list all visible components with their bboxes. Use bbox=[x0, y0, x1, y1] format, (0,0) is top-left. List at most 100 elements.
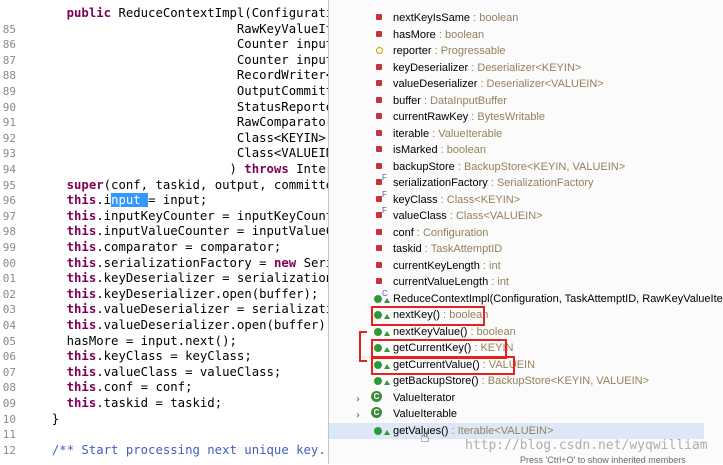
completion-label: buffer : DataInputBuffer bbox=[393, 93, 507, 110]
type-separator: : bbox=[420, 94, 431, 107]
code-text: Counter inputV bbox=[37, 53, 330, 69]
code-token: .valueDeserializer = serializatio bbox=[96, 302, 330, 317]
completion-item[interactable]: conf : Configuration bbox=[329, 225, 704, 242]
code-line[interactable]: 85 RawKeyValueIte bbox=[0, 22, 330, 38]
code-line[interactable]: 03 this.valueDeserializer = serializatio bbox=[0, 302, 330, 318]
code-line[interactable]: 00 this.serializationFactory = new Seria bbox=[0, 256, 330, 272]
code-line[interactable]: 88 RecordWriter<K bbox=[0, 68, 330, 84]
keyword-token: this bbox=[66, 318, 97, 332]
code-line[interactable]: 86 Counter inputK bbox=[0, 37, 330, 53]
completion-label: valueClass : Class<VALUEIN> bbox=[393, 208, 543, 225]
code-line[interactable]: 99 this.comparator = comparator; bbox=[0, 240, 330, 256]
completion-item[interactable]: isMarked : boolean bbox=[329, 142, 704, 159]
member-type: TaskAttemptID bbox=[430, 243, 503, 255]
code-line[interactable]: 07 this.valueClass = valueClass; bbox=[0, 365, 330, 381]
code-token: hasMore = input.next(); bbox=[37, 333, 237, 348]
code-line[interactable]: 90 StatusReporter bbox=[0, 100, 330, 116]
code-line[interactable]: 12 /** Start processing next unique key.… bbox=[0, 443, 330, 459]
code-line[interactable]: 02 this.keyDeserializer.open(buffer); bbox=[0, 287, 330, 303]
code-line[interactable]: public ReduceContextImpl(Configuration bbox=[0, 6, 330, 22]
completion-label: getValues() : Iterable<VALUEIN> bbox=[393, 423, 553, 440]
type-separator: : bbox=[477, 78, 487, 90]
code-line[interactable]: 05 hasMore = input.next(); bbox=[0, 334, 330, 350]
completion-label: backupStore : BackupStore<KEYIN, VALUEIN… bbox=[393, 159, 625, 176]
code-line[interactable]: 06 this.keyClass = keyClass; bbox=[0, 349, 330, 365]
completion-item[interactable]: nextKeyIsSame : boolean bbox=[329, 10, 704, 27]
code-line[interactable]: 97 this.inputKeyCounter = inputKeyCounte bbox=[0, 209, 330, 225]
line-number: 97 bbox=[2, 209, 16, 223]
code-line[interactable]: 94 ) throws Interr bbox=[0, 162, 330, 178]
code-line[interactable]: 11 bbox=[0, 427, 330, 443]
completion-item[interactable]: FvalueClass : Class<VALUEIN> bbox=[329, 206, 704, 225]
code-token: Interr bbox=[296, 162, 330, 176]
code-line[interactable]: 87 Counter inputV bbox=[0, 53, 330, 69]
code-line[interactable]: 92 Class<KEYIN> k bbox=[0, 131, 330, 147]
type-separator: : bbox=[479, 259, 490, 272]
code-editor[interactable]: public ReduceContextImpl(Configuration 85… bbox=[0, 0, 330, 464]
code-token: RawComparator< bbox=[37, 115, 330, 130]
completion-item[interactable]: C ReduceContextImpl(Configuration, TaskAt… bbox=[329, 288, 723, 308]
line-number: 87 bbox=[2, 53, 16, 67]
completion-item[interactable]: › C ValueIterable bbox=[329, 406, 704, 423]
code-line[interactable]: 08 this.conf = conf; bbox=[0, 380, 330, 396]
completion-item[interactable]: getBackupStore() : BackupStore<KEYIN, VA… bbox=[329, 373, 704, 390]
code-token: .keyDeserializer.open(buffer); bbox=[96, 286, 319, 301]
completion-item[interactable]: currentRawKey : BytesWritable bbox=[329, 109, 704, 126]
completion-item[interactable]: keyDeserializer : Deserializer<KEYIN> bbox=[329, 60, 704, 77]
code-line[interactable]: 93 Class<VALUEIN> bbox=[0, 146, 330, 162]
code-token: Counter inputV bbox=[37, 52, 330, 67]
completion-label: nextKeyValue() : boolean bbox=[393, 324, 516, 341]
line-number: 08 bbox=[2, 381, 16, 395]
completion-item[interactable]: buffer : DataInputBuffer bbox=[329, 93, 704, 110]
completion-item[interactable]: nextKeyValue() : boolean bbox=[329, 324, 704, 341]
modifier-badge: C bbox=[382, 288, 388, 298]
completion-label: reporter : Progressable bbox=[393, 43, 506, 60]
code-token: StatusReporter bbox=[37, 99, 330, 114]
code-token: Class<KEYIN> k bbox=[37, 130, 330, 145]
line-number: 05 bbox=[2, 334, 16, 348]
type-separator: : bbox=[437, 144, 447, 156]
code-line[interactable]: 09 this.taskid = taskid; bbox=[0, 396, 330, 412]
code-line[interactable]: 10 } bbox=[0, 412, 330, 428]
code-line[interactable]: 89 OutputCommitte bbox=[0, 84, 330, 100]
type-separator: : bbox=[446, 210, 456, 222]
type-separator: : bbox=[468, 61, 478, 74]
completion-item[interactable]: reporter : Progressable bbox=[329, 43, 704, 60]
code-line[interactable]: 98 this.inputValueCounter = inputValueCo bbox=[0, 224, 330, 240]
completion-label: keyDeserializer : Deserializer<KEYIN> bbox=[393, 60, 581, 77]
keyword-token: this bbox=[66, 349, 97, 364]
code-text: this.conf = conf; bbox=[37, 380, 193, 396]
member-name: conf bbox=[393, 226, 414, 239]
keyword-token: new bbox=[273, 255, 304, 270]
code-text: RawKeyValueIte bbox=[37, 22, 330, 38]
member-name: ValueIterator bbox=[393, 391, 456, 404]
type-separator: : bbox=[478, 375, 488, 387]
completion-item[interactable]: › C ValueIterator bbox=[329, 390, 704, 407]
line-number: 93 bbox=[2, 147, 16, 161]
code-line[interactable]: 04 this.valueDeserializer.open(buffer); bbox=[0, 318, 330, 334]
member-type: Progressable bbox=[440, 45, 506, 57]
completion-item[interactable]: currentKeyLength : int bbox=[329, 258, 704, 275]
completion-item[interactable]: taskid : TaskAttemptID bbox=[329, 241, 704, 258]
type-separator: : bbox=[467, 325, 477, 338]
member-type: int bbox=[497, 276, 509, 288]
selected-text: nput bbox=[111, 193, 149, 208]
code-token: ReduceContextImpl(Configuration bbox=[118, 6, 330, 20]
content-assist-popup[interactable]: nextKeyIsSame : boolean hasMore : boolean… bbox=[328, 0, 723, 464]
completion-item[interactable]: hasMore : boolean bbox=[329, 27, 704, 44]
code-token: .comparator = comparator; bbox=[96, 240, 282, 254]
completion-item[interactable]: valueDeserializer : Deserializer<VALUEIN… bbox=[329, 76, 704, 93]
line-number: 06 bbox=[2, 350, 16, 364]
hand-cursor-icon: ☝ bbox=[420, 427, 430, 446]
member-type: DataInputBuffer bbox=[430, 94, 507, 107]
code-line[interactable]: 96 this.input = input; bbox=[0, 193, 330, 209]
code-line[interactable]: 95 super(conf, taskid, output, committer bbox=[0, 178, 330, 194]
line-number: 03 bbox=[2, 303, 16, 317]
code-token: .valueClass = valueClass; bbox=[96, 364, 282, 379]
completion-item[interactable]: iterable : ValueIterable bbox=[329, 126, 704, 143]
code-line[interactable]: 91 RawComparator< bbox=[0, 115, 330, 131]
completion-item[interactable]: getValues() : Iterable<VALUEIN> bbox=[329, 422, 704, 440]
code-line[interactable]: 01 this.keyDeserializer = serializationF bbox=[0, 271, 330, 287]
type-separator: : bbox=[437, 193, 447, 206]
